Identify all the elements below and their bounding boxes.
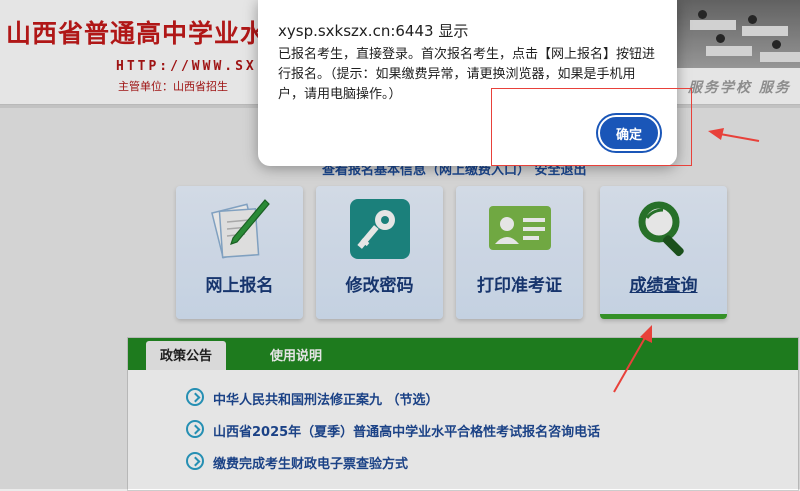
annotation-highlight-box xyxy=(491,88,692,166)
dialog-title: xysp.sxkszx.cn:6443 显示 xyxy=(278,22,469,40)
